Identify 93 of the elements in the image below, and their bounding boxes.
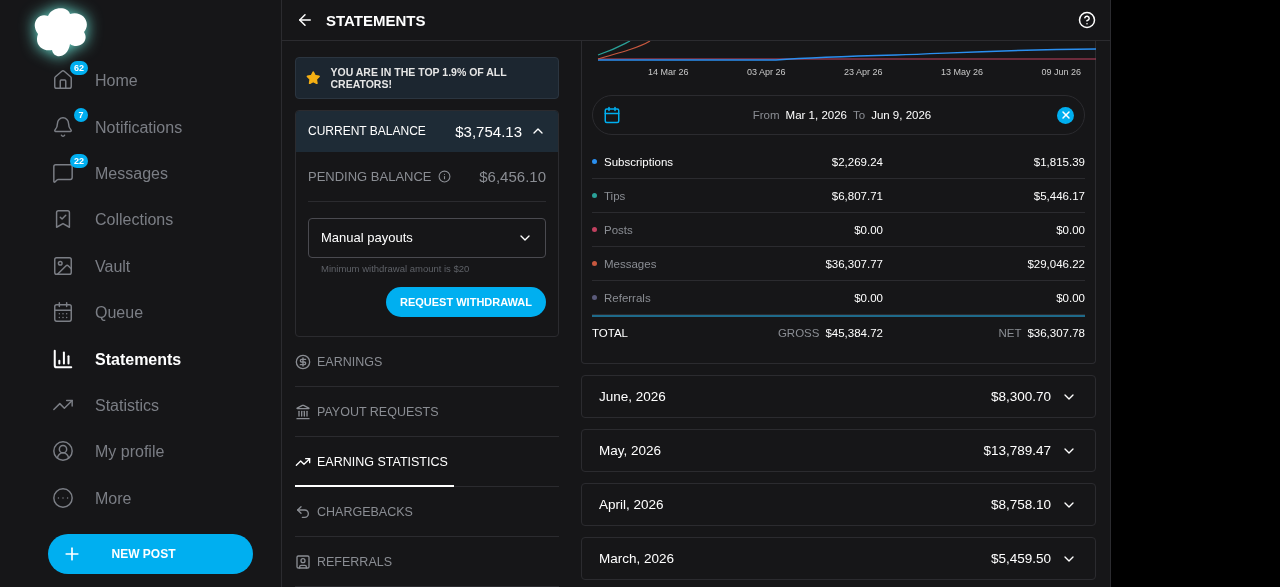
month-row[interactable]: March, 2026 $5,459.50 (581, 537, 1096, 580)
nav-label: Statements (95, 350, 182, 369)
nav-item[interactable]: Statistics (48, 382, 281, 430)
nav-item[interactable]: More (48, 475, 281, 522)
month-label: March, 2026 (599, 551, 675, 566)
pending-value: $6,456.10 (479, 167, 546, 185)
hint-text: Minimum withdrawal amount is $20 (321, 262, 471, 274)
pending-label: PENDING BALANCE (308, 168, 432, 184)
image-icon (52, 254, 74, 277)
nav-item[interactable]: 62 Home (48, 58, 281, 105)
axis-label: 13 May 26 (940, 67, 983, 77)
axis-label: 23 Apr 26 (843, 67, 883, 77)
month-amount: $8,300.70 (990, 389, 1051, 404)
tab[interactable]: CHARGEBACKS (295, 487, 559, 538)
axis-label: 09 Jun 26 (1041, 67, 1081, 77)
tab[interactable]: REFERRALS (295, 537, 559, 587)
nav-item[interactable]: Collections (48, 197, 281, 244)
count-badge: 62 (70, 61, 88, 76)
balance-value: $3,754.13 (455, 122, 522, 140)
nav-label: Notifications (95, 118, 183, 137)
clear-icon[interactable] (1057, 106, 1074, 124)
gross-amount: $0.00 (853, 291, 883, 304)
bank-icon (295, 403, 311, 420)
month-amount: $13,789.47 (983, 443, 1051, 458)
calendar-icon (52, 301, 74, 324)
gross-amount: $0.00 (853, 223, 883, 236)
category-label[interactable]: Referrals (592, 291, 773, 304)
chat-icon (52, 161, 74, 184)
category-label[interactable]: Tips (592, 189, 773, 202)
payout-select[interactable]: Manual payouts (308, 217, 546, 258)
tab[interactable]: EARNINGS (295, 337, 559, 388)
dollar-icon (295, 353, 311, 370)
nav-item[interactable]: Vault (48, 243, 281, 290)
undo-icon (295, 503, 311, 520)
nav-label: Vault (95, 257, 131, 276)
net-amount: $1,815.39 (1032, 155, 1085, 168)
month-row[interactable]: June, 2026 $8,300.70 (581, 375, 1096, 418)
month-label: April, 2026 (599, 497, 664, 512)
bar-chart-icon (52, 347, 74, 370)
category-label[interactable]: Posts (592, 223, 773, 236)
net-label: NET (998, 327, 1022, 339)
nav-item[interactable]: 7 Notifications (48, 104, 281, 151)
month-row[interactable]: April, 2026 $8,758.10 (581, 483, 1096, 526)
net-total: $36,307.78 (1027, 327, 1085, 339)
more-icon (52, 486, 74, 509)
nav-label: Collections (95, 211, 174, 230)
total-label: TOTAL (592, 327, 629, 339)
month-row[interactable]: May, 2026 $13,789.47 (581, 429, 1096, 472)
info-icon (437, 169, 451, 183)
net-amount: $0.00 (1055, 223, 1085, 236)
nav-label: Messages (95, 164, 168, 183)
nav-item[interactable]: 22 Messages (48, 150, 281, 198)
category-label[interactable]: Messages (592, 257, 773, 270)
net-amount: $5,446.17 (1032, 189, 1085, 202)
month-amount: $5,459.50 (990, 551, 1051, 566)
gross-amount: $6,807.71 (830, 189, 883, 202)
balance-header[interactable]: CURRENT BALANCE $3,754.13 (296, 110, 558, 152)
tab[interactable]: PAYOUT REQUESTS (295, 387, 559, 438)
tab[interactable]: EARNING STATISTICS (295, 437, 559, 488)
back-icon[interactable] (296, 11, 314, 29)
count-badge: 22 (70, 153, 88, 168)
star-icon (306, 69, 321, 86)
count-badge: 7 (74, 107, 88, 122)
nav-item[interactable]: My profile (48, 429, 281, 476)
gross-amount: $2,269.24 (830, 155, 883, 168)
home-icon (52, 69, 74, 92)
date-range-text: From Mar 1, 2026 To Jun 9, 2026 (751, 109, 933, 121)
bell-icon (52, 115, 74, 138)
nav-label: Queue (95, 304, 144, 323)
gross-total: $45,384.72 (825, 327, 883, 339)
nav-label: My profile (95, 443, 165, 462)
net-amount: $29,046.22 (1026, 257, 1085, 270)
nav-label: More (95, 489, 132, 508)
axis-label: 14 Mar 26 (648, 67, 689, 77)
nav-item[interactable]: Queue (48, 289, 281, 337)
profile-icon (52, 440, 74, 463)
month-amount: $8,758.10 (990, 497, 1051, 512)
net-amount: $0.00 (1055, 291, 1085, 304)
month-label: May, 2026 (599, 443, 662, 458)
help-icon[interactable] (1078, 11, 1096, 29)
balance-label: CURRENT BALANCE (308, 124, 426, 139)
gross-label: GROSS (777, 327, 820, 339)
gross-amount: $36,307.77 (824, 257, 883, 270)
page-title: STATEMENTS (326, 11, 427, 29)
calendar-icon (603, 106, 621, 124)
nav-label: Statistics (95, 396, 159, 415)
nav-label: Home (95, 72, 138, 91)
nav-item[interactable]: Statements (48, 336, 281, 383)
banner-text: YOU ARE IN THE TOP 1.9% OF ALL CREATORS! (330, 65, 508, 90)
category-label[interactable]: Subscriptions (592, 155, 773, 168)
month-label: June, 2026 (599, 389, 666, 404)
axis-label: 03 Apr 26 (747, 67, 786, 77)
person-icon (295, 553, 311, 570)
